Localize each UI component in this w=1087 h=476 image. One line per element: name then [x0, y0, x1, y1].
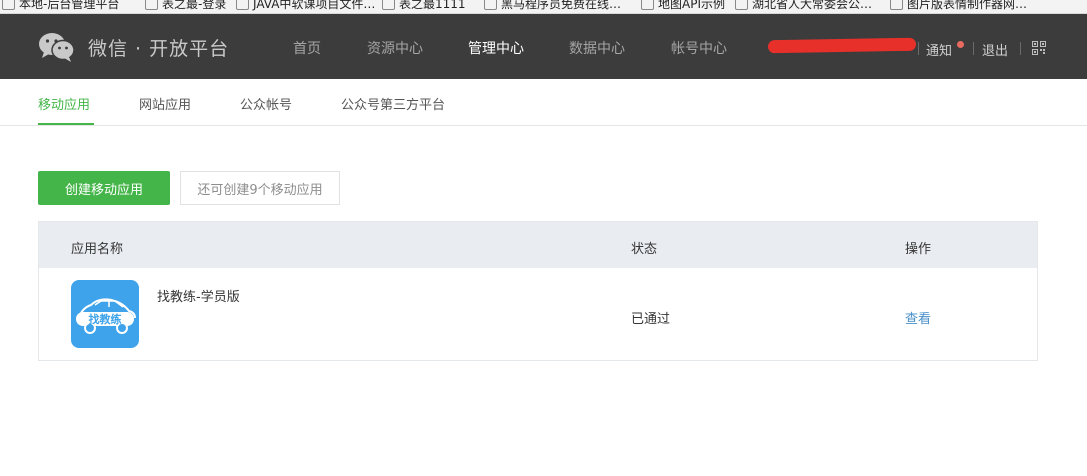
app-icon-label: 找教练 [89, 312, 122, 326]
tab-third-party-platform[interactable]: 公众号第三方平台 [341, 94, 445, 113]
logout-link[interactable]: 退出 [982, 40, 1008, 59]
view-app-link[interactable]: 查看 [905, 308, 931, 327]
page-icon [641, 0, 654, 10]
tab-official-accounts[interactable]: 公众帐号 [240, 94, 292, 113]
app-icon[interactable]: 找教练 [71, 280, 139, 348]
bookmark-item[interactable]: 黑马程序员免费在线… [484, 0, 621, 12]
column-header-app-name: 应用名称 [71, 242, 124, 257]
top-navigation: 微信 · 开放平台 首页 资源中心 管理中心 数据中心 帐号中心 通知 退出 [0, 14, 1087, 79]
redacted-account-name [767, 37, 917, 54]
bookmark-item[interactable]: 表之最-登录 [145, 0, 226, 12]
nav-account-center[interactable]: 帐号中心 [671, 38, 727, 58]
image-icon [890, 0, 903, 10]
bookmark-item[interactable]: 地图API示例 [641, 0, 725, 12]
column-header-status: 状态 [631, 242, 658, 257]
create-mobile-app-button[interactable]: 创建移动应用 [38, 171, 170, 205]
bookmark-item[interactable]: JAVA中软课项目文件… [236, 0, 375, 12]
divider [973, 42, 974, 55]
sub-navigation: 移动应用 网站应用 公众帐号 公众号第三方平台 [0, 79, 1087, 126]
tab-mobile-apps[interactable]: 移动应用 [38, 94, 90, 113]
bookmark-item[interactable]: 表之最1111 [382, 0, 466, 12]
page-icon [2, 0, 15, 10]
car-icon: 找教练 [76, 298, 136, 334]
notice-link[interactable]: 通知 [926, 40, 952, 59]
active-tab-underline [38, 123, 94, 125]
browser-bookmarks-bar: 本地-后台管理平台 表之最-登录 JAVA中软课项目文件… 表之最1111 黑马… [0, 0, 1087, 14]
logo[interactable]: 微信 · 开放平台 [38, 30, 229, 64]
tab-website-apps[interactable]: 网站应用 [139, 94, 191, 113]
app-name: 找教练-学员版 [157, 290, 240, 305]
nav-management-center[interactable]: 管理中心 [468, 38, 524, 58]
qrcode-icon[interactable] [1032, 41, 1046, 55]
nav-home[interactable]: 首页 [293, 38, 321, 58]
globe-icon [484, 0, 497, 10]
bookmark-item[interactable]: 本地-后台管理平台 [2, 0, 119, 12]
remaining-quota-hint: 还可创建9个移动应用 [180, 171, 340, 205]
nav-resource-center[interactable]: 资源中心 [367, 38, 423, 58]
divider [918, 42, 919, 55]
notification-dot-icon [957, 41, 964, 48]
wechat-logo-icon [39, 33, 75, 62]
table-row: 找教练 找教练-学员版 已通过 查看 [39, 268, 1037, 360]
image-icon [145, 0, 158, 10]
page-icon [382, 0, 395, 10]
page-icon [735, 0, 748, 10]
table-header: 应用名称 状态 操作 [39, 222, 1037, 268]
bookmark-item[interactable]: 湖北省人大常委会公… [735, 0, 872, 12]
divider [1020, 42, 1021, 55]
apps-table: 应用名称 状态 操作 找教练 找教练-学员版 已通过 查看 [38, 221, 1038, 361]
app-status: 已通过 [631, 312, 671, 327]
chart-icon [236, 0, 249, 10]
logo-text: 微信 · 开放平台 [88, 37, 230, 60]
column-header-action: 操作 [905, 242, 932, 257]
bookmark-item[interactable]: 图片版表情制作器网… [890, 0, 1027, 12]
nav-data-center[interactable]: 数据中心 [569, 38, 625, 58]
